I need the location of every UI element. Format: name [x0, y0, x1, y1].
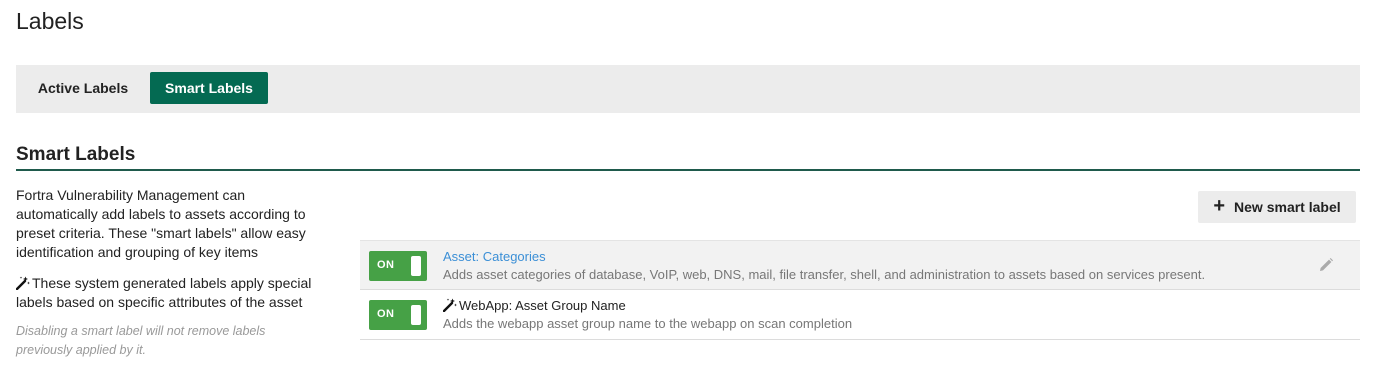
- smart-labels-description: Fortra Vulnerability Management can auto…: [16, 187, 306, 260]
- smart-label-description: Adds the webapp asset group name to the …: [443, 316, 853, 331]
- system-generated-note: These system generated labels apply spec…: [16, 274, 322, 312]
- tab-smart-labels[interactable]: Smart Labels: [150, 72, 268, 104]
- smart-label-title-text: WebApp: Asset Group Name: [459, 298, 626, 313]
- plus-icon: +: [1213, 195, 1226, 217]
- webapp-asset-group-toggle[interactable]: ON: [369, 300, 427, 330]
- pencil-icon[interactable]: [1318, 257, 1334, 273]
- section-divider: [16, 169, 1360, 171]
- new-smart-label-button[interactable]: + New smart label: [1198, 191, 1356, 223]
- smart-label-row-asset-categories: ON Asset: Categories Adds asset categori…: [360, 240, 1360, 290]
- page-title: Labels: [16, 8, 84, 34]
- toggle-state: ON: [377, 259, 395, 271]
- disable-note: Disabling a smart label will not remove …: [16, 324, 266, 357]
- smart-label-title-link[interactable]: Asset: Categories: [443, 249, 546, 264]
- system-generated-note-text: These system generated labels apply spec…: [16, 275, 312, 310]
- smart-label-description: Adds asset categories of database, VoIP,…: [443, 267, 1206, 282]
- tab-bar: Active Labels Smart Labels: [16, 65, 1360, 113]
- section-title: Smart Labels: [16, 144, 136, 165]
- tab-active-labels[interactable]: Active Labels: [24, 72, 142, 104]
- toggle-state: ON: [377, 308, 395, 320]
- smart-label-row-webapp-asset-group: ON WebApp: Asset Group Name Adds the web…: [360, 290, 1360, 340]
- magic-wand-icon: [443, 298, 457, 312]
- smart-label-list: ON Asset: Categories Adds asset categori…: [360, 240, 1360, 340]
- toggle-knob: [411, 305, 421, 325]
- asset-categories-toggle[interactable]: ON: [369, 251, 427, 281]
- magic-wand-icon: [16, 276, 30, 290]
- toggle-knob: [411, 256, 421, 276]
- new-smart-label-label: New smart label: [1234, 199, 1341, 215]
- smart-label-title: WebApp: Asset Group Name: [443, 298, 626, 313]
